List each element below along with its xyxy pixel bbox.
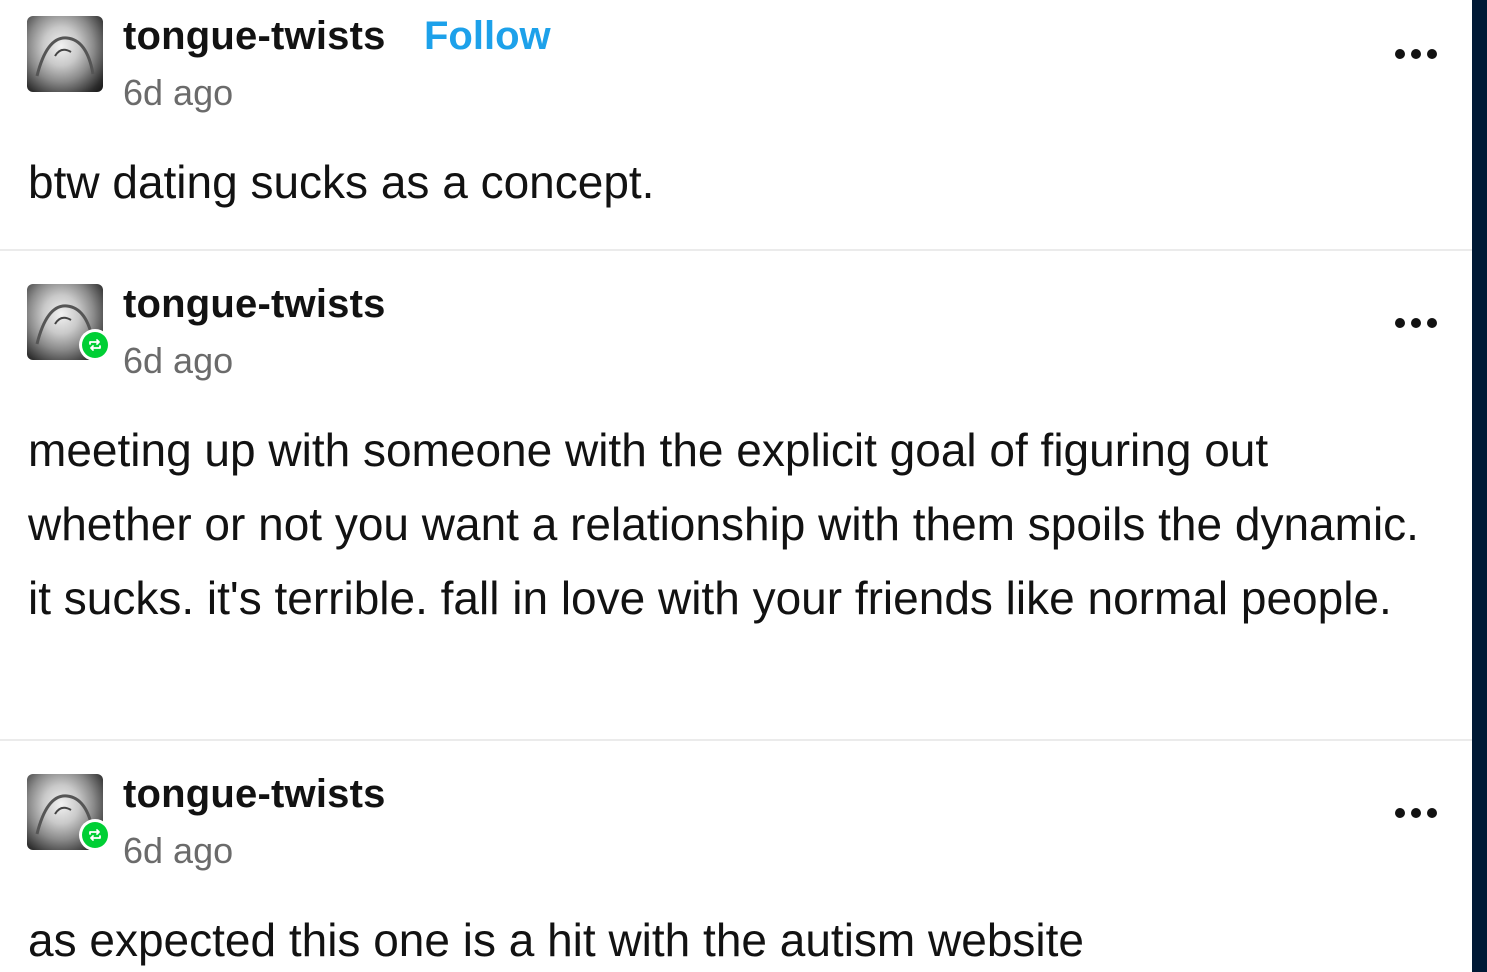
reblog-badge — [79, 329, 111, 361]
reblog-icon — [82, 332, 108, 358]
post-body: btw dating sucks as a concept. — [28, 156, 655, 208]
follow-button[interactable]: Follow — [424, 14, 551, 59]
right-edge-bar — [1472, 0, 1487, 972]
avatar[interactable] — [27, 774, 111, 851]
post-body: as expected this one is a hit with the a… — [28, 914, 1085, 966]
post-timestamp[interactable]: 6d ago — [123, 340, 233, 382]
post-username[interactable]: tongue-twists — [123, 772, 386, 817]
post-reblog: tongue-twists 6d ago as expected this on… — [0, 740, 1472, 972]
more-options-icon[interactable] — [1395, 806, 1437, 820]
post-username[interactable]: tongue-twists — [123, 282, 386, 327]
more-options-icon[interactable] — [1395, 47, 1437, 61]
post-timestamp[interactable]: 6d ago — [123, 830, 233, 872]
post-reblog: tongue-twists 6d ago meeting up with som… — [0, 250, 1472, 739]
more-options-icon[interactable] — [1395, 316, 1437, 330]
post-timestamp[interactable]: 6d ago — [123, 72, 233, 114]
post-username[interactable]: tongue-twists — [123, 14, 386, 59]
post-original: tongue-twists Follow 6d ago btw dating s… — [0, 0, 1472, 249]
avatar[interactable] — [27, 16, 103, 92]
reblog-badge — [79, 819, 111, 851]
post-body: meeting up with someone with the explici… — [28, 424, 1419, 624]
avatar[interactable] — [27, 284, 111, 361]
reblog-icon — [82, 822, 108, 848]
avatar-image — [27, 16, 103, 92]
